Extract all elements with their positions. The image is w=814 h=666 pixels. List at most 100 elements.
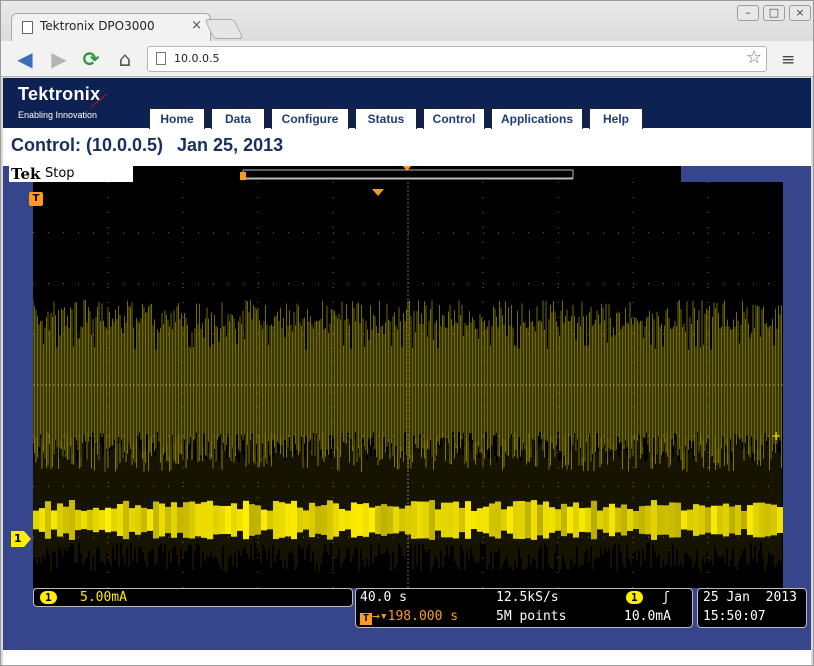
nav-tab-applications[interactable]: Applications bbox=[491, 108, 583, 129]
horizontal-scale: 40.0 s bbox=[360, 590, 407, 605]
horizontal-trigger-readout[interactable]: 40.0 s 12.5kS/s 1 ʃ T →▾198.000 s 5M poin… bbox=[355, 588, 693, 628]
waveform-baseline bbox=[399, 508, 405, 532]
waveform-graticule: + bbox=[33, 182, 783, 588]
trigger-marker-icon: T bbox=[29, 192, 43, 206]
nav-tab-data[interactable]: Data bbox=[211, 108, 265, 129]
waveform-baseline bbox=[285, 503, 291, 537]
scope-date: 25 Jan 2013 bbox=[703, 590, 797, 605]
nav-tab-control[interactable]: Control bbox=[423, 108, 485, 129]
site-header: Tektronix Enabling Innovation Home Data … bbox=[3, 78, 811, 129]
menu-icon[interactable]: ≡ bbox=[781, 50, 795, 70]
waveform-baseline bbox=[33, 510, 39, 530]
waveform-baseline bbox=[567, 506, 573, 534]
waveform-baseline bbox=[513, 501, 519, 539]
waveform-baseline bbox=[753, 502, 759, 538]
page-icon bbox=[156, 52, 166, 65]
waveform-display[interactable]: + bbox=[33, 182, 783, 588]
waveform-baseline bbox=[351, 502, 357, 538]
tab-title: Tektronix DPO3000 bbox=[40, 19, 155, 33]
waveform-baseline bbox=[225, 505, 231, 535]
waveform-baseline bbox=[609, 503, 615, 537]
waveform-baseline bbox=[255, 505, 261, 535]
page-content: Tektronix Enabling Innovation Home Data … bbox=[3, 78, 811, 665]
waveform-baseline bbox=[429, 500, 435, 540]
waveform-baseline bbox=[375, 505, 381, 535]
horizontal-position: 198.000 s bbox=[387, 609, 459, 624]
waveform-baseline bbox=[159, 503, 165, 537]
minimize-icon[interactable]: – bbox=[737, 5, 759, 21]
nav-tab-configure[interactable]: Configure bbox=[271, 108, 349, 129]
waveform-baseline bbox=[465, 501, 471, 539]
bookmark-star-icon[interactable]: ☆ bbox=[746, 47, 762, 68]
channel-readout[interactable]: 1 5.00mA bbox=[33, 588, 353, 607]
browser-tab[interactable]: Tektronix DPO3000 × bbox=[11, 13, 211, 41]
back-arrow-icon[interactable]: ◀ bbox=[13, 47, 37, 71]
waveform-baseline bbox=[75, 509, 81, 531]
nav-tab-help[interactable]: Help bbox=[589, 108, 643, 129]
datetime-readout: 25 Jan 2013 15:50:07 bbox=[697, 588, 807, 628]
waveform-baseline bbox=[261, 509, 267, 531]
close-tab-icon[interactable]: × bbox=[191, 18, 202, 33]
waveform-baseline bbox=[369, 507, 375, 533]
address-bar[interactable]: 10.0.0.5 ☆ bbox=[147, 46, 767, 72]
waveform-baseline bbox=[45, 501, 51, 539]
waveform-baseline bbox=[687, 509, 693, 531]
waveform-baseline bbox=[477, 508, 483, 532]
trigger-slope-icon: ʃ bbox=[662, 590, 670, 605]
nav-tab-home[interactable]: Home bbox=[149, 108, 205, 129]
waveform-baseline bbox=[585, 507, 591, 533]
record-view-bar bbox=[133, 166, 681, 182]
reload-icon[interactable]: ⟳ bbox=[79, 47, 103, 71]
home-icon[interactable]: ⌂ bbox=[113, 47, 137, 71]
waveform-baseline bbox=[447, 502, 453, 538]
waveform-baseline bbox=[195, 503, 201, 537]
trigger-level-marker: + bbox=[771, 429, 781, 443]
scope-screen-panel: Tek Stop + T 1 1 5.00mA 40.0 s 12.5kS/s … bbox=[3, 165, 811, 650]
waveform-baseline bbox=[141, 507, 147, 533]
waveform-baseline bbox=[327, 500, 333, 540]
waveform-baseline bbox=[177, 507, 183, 533]
waveform-baseline bbox=[759, 502, 765, 538]
maximize-icon[interactable]: □ bbox=[763, 5, 785, 21]
waveform-baseline bbox=[249, 504, 255, 536]
waveform-baseline bbox=[555, 509, 561, 531]
channel-badge: 1 bbox=[40, 591, 57, 604]
waveform-baseline bbox=[705, 507, 711, 533]
close-window-icon[interactable]: × bbox=[789, 5, 811, 21]
waveform-baseline bbox=[171, 502, 177, 538]
waveform-baseline bbox=[441, 502, 447, 538]
forward-arrow-icon[interactable]: ▶ bbox=[47, 47, 71, 71]
page-title-host: Control: (10.0.0.5) bbox=[11, 135, 164, 155]
scope-brand: Tek bbox=[11, 165, 41, 183]
waveform-baseline bbox=[741, 510, 747, 530]
waveform-baseline bbox=[423, 501, 429, 539]
waveform-baseline bbox=[153, 501, 159, 539]
waveform-baseline bbox=[51, 510, 57, 530]
scope-time: 15:50:07 bbox=[703, 609, 766, 624]
waveform-baseline bbox=[639, 506, 645, 534]
waveform-baseline bbox=[147, 509, 153, 531]
waveform-baseline bbox=[543, 501, 549, 539]
trigger-position-readout: T →▾198.000 s bbox=[360, 609, 458, 625]
waveform-baseline bbox=[573, 502, 579, 538]
waveform-baseline bbox=[57, 503, 63, 537]
page-title: Control: (10.0.0.5) Jan 25, 2013 bbox=[11, 135, 297, 156]
waveform-baseline bbox=[747, 505, 753, 535]
page-title-date: Jan 25, 2013 bbox=[177, 135, 284, 155]
waveform-baseline bbox=[99, 510, 105, 530]
waveform-baseline bbox=[603, 507, 609, 533]
waveform-baseline bbox=[321, 505, 327, 535]
waveform-spikes bbox=[33, 300, 782, 472]
waveform-baseline bbox=[657, 505, 663, 535]
trigger-source-badge: 1 bbox=[626, 591, 643, 604]
waveform-baseline bbox=[237, 509, 243, 531]
tab-bar: Tektronix DPO3000 × – □ × bbox=[1, 1, 813, 41]
waveform-baseline bbox=[771, 504, 777, 536]
waveform-baseline bbox=[39, 508, 45, 532]
browser-toolbar: ◀ ▶ ⟳ ⌂ 10.0.0.5 ☆ ≡ bbox=[1, 41, 813, 77]
waveform-baseline bbox=[219, 505, 225, 535]
channel-1-marker[interactable]: 1 bbox=[11, 531, 31, 547]
waveform-baseline bbox=[495, 501, 501, 539]
nav-tab-status[interactable]: Status bbox=[355, 108, 417, 129]
waveform-baseline bbox=[507, 506, 513, 534]
